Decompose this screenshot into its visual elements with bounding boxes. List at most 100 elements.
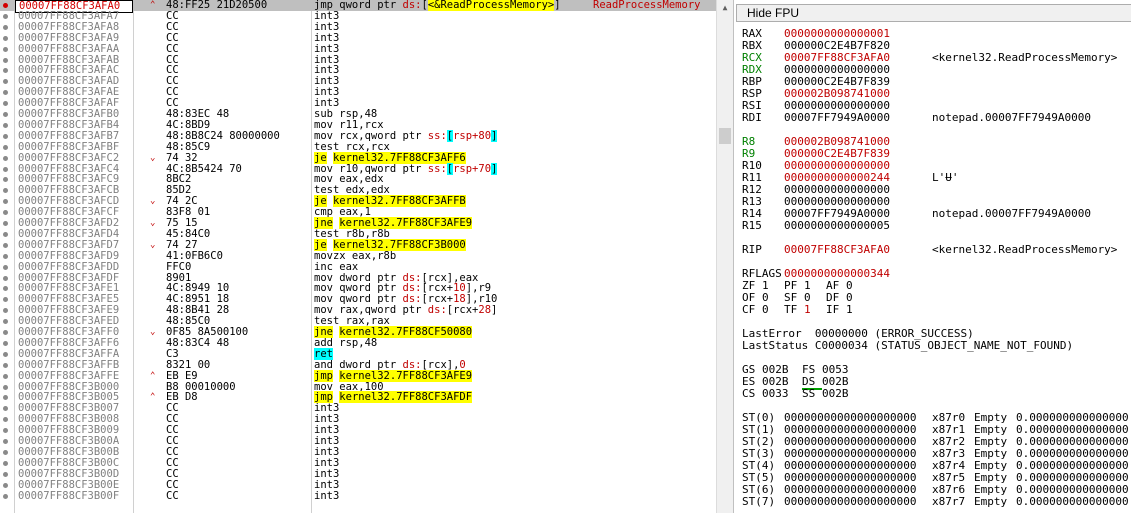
- breakpoint-gutter[interactable]: [0, 218, 14, 229]
- fpu-register[interactable]: ST(7) 00000000000000000000 x87r7 Empty 0.000…: [742, 496, 1129, 508]
- breakpoint-gutter[interactable]: [0, 480, 14, 491]
- gutter-dot-icon: [3, 101, 8, 107]
- breakpoint-gutter[interactable]: [0, 142, 14, 153]
- instruction-bytes: CC: [166, 456, 179, 469]
- instruction-address: 00007FF88CF3AFAA: [18, 42, 120, 55]
- instruction-text: int3: [314, 76, 604, 87]
- disasm-row[interactable]: 00007FF88CF3AFAA CC int3: [0, 42, 716, 55]
- breakpoint-gutter[interactable]: [0, 109, 14, 120]
- breakpoint-gutter[interactable]: [0, 11, 14, 22]
- breakpoint-gutter[interactable]: [0, 283, 14, 294]
- gutter-dot-icon: [3, 264, 8, 270]
- breakpoint-gutter[interactable]: [0, 229, 14, 240]
- breakpoint-gutter[interactable]: [0, 392, 14, 403]
- breakpoint-gutter[interactable]: [0, 262, 14, 273]
- segment-row[interactable]: CS 0033 SS 002B: [742, 388, 862, 400]
- gutter-dot-icon: [3, 122, 8, 128]
- breakpoint-gutter[interactable]: [0, 425, 14, 436]
- instruction-bytes: CC: [166, 53, 179, 66]
- instruction-token: ]: [491, 129, 498, 142]
- breakpoint-gutter[interactable]: [0, 55, 14, 66]
- disasm-row[interactable]: 00007FF88CF3B00E CC int3: [0, 479, 716, 491]
- breakpoint-gutter[interactable]: [0, 273, 14, 284]
- disasm-row[interactable]: 00007FF88CF3AFBF 48:85C9 test rcx,rcx: [0, 141, 716, 153]
- instruction-token: ss:: [427, 129, 447, 142]
- breakpoint-gutter[interactable]: [0, 436, 14, 447]
- instruction-token: rsp+70: [453, 162, 492, 175]
- breakpoint-gutter[interactable]: [0, 174, 14, 185]
- breakpoint-gutter[interactable]: [0, 382, 14, 393]
- flags-row[interactable]: CF 0 TF 1 IF 1: [742, 304, 868, 316]
- gutter-dot-icon: [3, 340, 8, 346]
- instruction-bytes: CC: [166, 31, 179, 44]
- breakpoint-gutter[interactable]: [0, 44, 14, 55]
- registers-panel: Hide FPU RAX 0000000000000001 RBX 000000C2E…: [733, 0, 1131, 513]
- disasm-row[interactable]: 00007FF88CF3B00D CC int3: [0, 468, 716, 480]
- breakpoint-gutter[interactable]: [0, 87, 14, 98]
- disassembly-view[interactable]: 00007FF88CF3AFA0 ⌃ 48:FF25 21D20500 jmp qwo…: [0, 0, 716, 513]
- gutter-dot-icon: [3, 210, 8, 216]
- breakpoint-gutter[interactable]: [0, 469, 14, 480]
- disasm-row[interactable]: 00007FF88CF3B00F CC int3: [0, 490, 716, 502]
- gutter-dot-icon: [3, 482, 8, 488]
- disasm-row[interactable]: 00007FF88CF3AFFB 8321 00 and dword ptr ds:…: [0, 359, 716, 371]
- breakpoint-gutter[interactable]: [0, 316, 14, 327]
- register-rdi[interactable]: RDI 00007FF7949A0000 notepad.00007FF7949A0…: [742, 112, 1091, 124]
- breakpoint-gutter[interactable]: [0, 153, 14, 164]
- instruction-address: 00007FF88CF3AFD9: [18, 249, 120, 262]
- instruction-token: <&ReadProcessMemory>: [427, 0, 555, 11]
- breakpoint-gutter[interactable]: [0, 349, 14, 360]
- register-r15[interactable]: R15 0000000000000005: [742, 220, 932, 232]
- breakpoint-gutter[interactable]: [0, 98, 14, 109]
- gutter-dot-icon: [3, 319, 8, 325]
- disasm-row[interactable]: 00007FF88CF3AFA9 CC int3: [0, 31, 716, 44]
- breakpoint-gutter[interactable]: [0, 447, 14, 458]
- gutter-dot-icon: [3, 297, 8, 303]
- breakpoint-gutter[interactable]: [0, 371, 14, 382]
- breakpoint-gutter[interactable]: [0, 22, 14, 33]
- instruction-token: ds:: [427, 304, 447, 317]
- instruction-token: ]: [491, 162, 498, 175]
- jump-up-arrow-icon: ⌃: [150, 370, 156, 381]
- breakpoint-gutter[interactable]: [0, 185, 14, 196]
- breakpoint-gutter[interactable]: [0, 65, 14, 76]
- breakpoint-gutter[interactable]: [0, 207, 14, 218]
- register-rip[interactable]: RIP 00007FF88CF3AFA0 <kernel32.ReadProcess…: [742, 244, 1117, 256]
- instruction-bytes: CC: [166, 86, 179, 99]
- breakpoint-gutter[interactable]: [0, 338, 14, 349]
- breakpoint-gutter[interactable]: [0, 294, 14, 305]
- breakpoint-gutter[interactable]: [0, 164, 14, 175]
- jump-down-arrow-icon: ⌄: [150, 327, 156, 337]
- last-status[interactable]: LastStatus C0000034 (STATUS_OBJECT_NAME_…: [742, 340, 1073, 352]
- gutter-dot-icon: [3, 449, 8, 455]
- register-comment: notepad.00007FF7949A0000: [932, 207, 1091, 220]
- breakpoint-gutter[interactable]: [0, 240, 14, 251]
- breakpoint-gutter[interactable]: [0, 360, 14, 371]
- breakpoint-gutter[interactable]: [0, 196, 14, 207]
- breakpoint-gutter[interactable]: [0, 76, 14, 87]
- gutter-dot-icon: [3, 144, 8, 150]
- disassembly-scrollbar[interactable]: ▲: [716, 0, 733, 513]
- instruction-address: 00007FF88CF3AFA9: [18, 31, 120, 44]
- breakpoint-gutter[interactable]: [0, 403, 14, 414]
- breakpoint-gutter[interactable]: [0, 305, 14, 316]
- gutter-dot-icon: [3, 57, 8, 63]
- register-value: 00007FF88CF3AFA0: [784, 243, 890, 256]
- breakpoint-gutter[interactable]: [0, 0, 14, 11]
- instruction-bytes: EB D8: [166, 391, 198, 404]
- fpu-state: Empty: [974, 495, 1008, 508]
- breakpoint-gutter[interactable]: [0, 491, 14, 502]
- breakpoint-gutter[interactable]: [0, 327, 14, 338]
- breakpoint-gutter[interactable]: [0, 120, 14, 131]
- scrollbar-thumb[interactable]: [719, 128, 731, 144]
- breakpoint-gutter[interactable]: [0, 131, 14, 142]
- instruction-bytes: 48:FF25 21D20500: [166, 0, 268, 11]
- breakpoint-gutter[interactable]: [0, 251, 14, 262]
- instruction-token: ds:: [402, 0, 422, 11]
- breakpoint-gutter[interactable]: [0, 458, 14, 469]
- hide-fpu-button[interactable]: Hide FPU: [736, 4, 1131, 22]
- scroll-up-arrow-icon[interactable]: ▲: [717, 0, 733, 16]
- breakpoint-gutter[interactable]: [0, 414, 14, 425]
- breakpoint-gutter[interactable]: [0, 33, 14, 44]
- instruction-token: kernel32.7FF88CF3AFDF: [339, 391, 473, 404]
